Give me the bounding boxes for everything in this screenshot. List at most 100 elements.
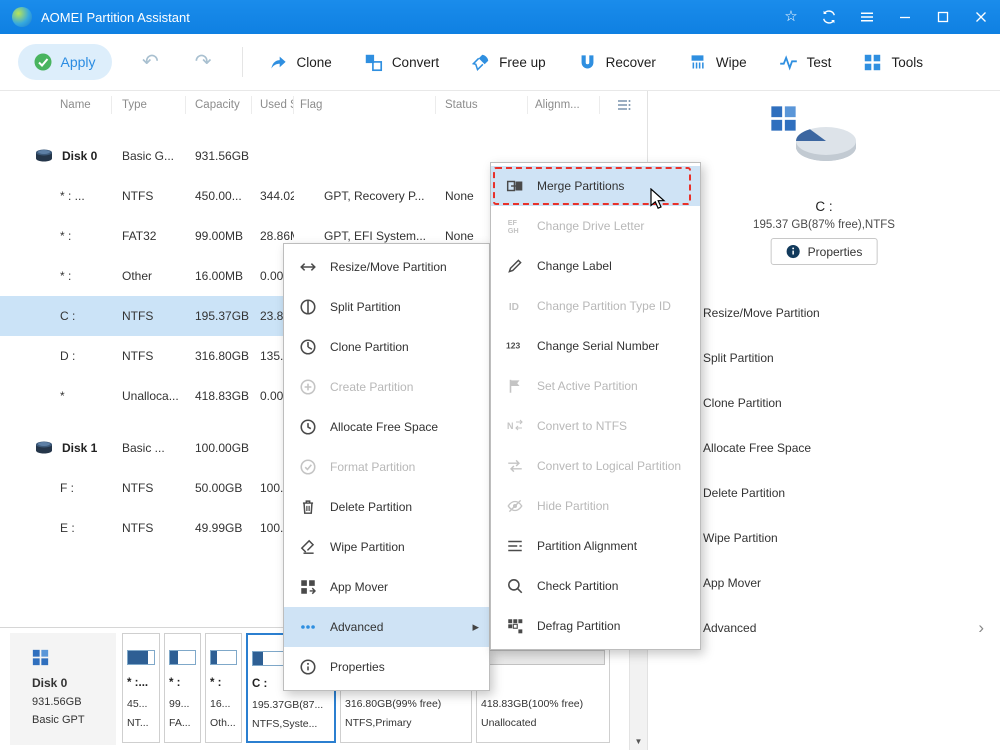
context-menu-item-allocate-free-space[interactable]: Allocate Free Space xyxy=(284,407,489,447)
undo-button[interactable]: ↶ xyxy=(136,51,165,73)
wipe-partition-icon xyxy=(299,538,317,556)
update-sync-icon[interactable] xyxy=(810,0,848,34)
row-name: * : ... xyxy=(0,189,112,203)
advanced-icon xyxy=(299,618,317,636)
submenu-item-merge-partitions[interactable]: Merge Partitions xyxy=(491,166,700,206)
context-menu-item-create-partition: Create Partition xyxy=(284,367,489,407)
submenu-item-defrag-partition[interactable]: Defrag Partition xyxy=(491,606,700,646)
svg-text:123: 123 xyxy=(506,341,520,351)
drive-letter-icon: EFGH xyxy=(506,217,524,235)
hamburger-menu-icon[interactable] xyxy=(848,0,886,34)
freeup-icon xyxy=(471,53,490,72)
convert-button[interactable]: Convert xyxy=(364,53,439,72)
recover-button[interactable]: Recover xyxy=(578,53,656,72)
usage-strip xyxy=(169,650,196,665)
create-icon xyxy=(299,378,317,396)
disk-grid-icon xyxy=(32,649,49,666)
allocate-icon xyxy=(299,418,317,436)
context-menu-item-app-mover[interactable]: App Mover xyxy=(284,567,489,607)
column-settings-icon[interactable] xyxy=(616,97,632,113)
row-name: * : xyxy=(0,229,112,243)
column-header-type[interactable]: Type xyxy=(112,96,186,114)
redo-button[interactable]: ↷ xyxy=(189,51,218,73)
minimize-button[interactable] xyxy=(886,0,924,34)
context-menu-item-advanced[interactable]: Advanced▸ xyxy=(284,607,489,647)
row-name: D : xyxy=(0,349,112,363)
disk-icon xyxy=(33,440,55,456)
maximize-button[interactable] xyxy=(924,0,962,34)
column-header-used-s[interactable]: Used S... xyxy=(252,96,294,114)
test-icon xyxy=(779,53,798,72)
context-menu-item-wipe-partition[interactable]: Wipe Partition xyxy=(284,527,489,567)
column-header-alignm[interactable]: Alignm... xyxy=(528,96,600,114)
favorite-star-icon[interactable]: ☆ xyxy=(772,0,810,34)
context-menu-item-format-partition: Format Partition xyxy=(284,447,489,487)
context-menu-item-delete-partition[interactable]: Delete Partition xyxy=(284,487,489,527)
clone-icon xyxy=(269,53,288,72)
close-button[interactable] xyxy=(962,0,1000,34)
svg-text:ID: ID xyxy=(509,302,519,313)
app-mover-icon xyxy=(299,578,317,596)
properties-button[interactable]: Properties xyxy=(771,238,878,265)
test-button[interactable]: Test xyxy=(779,53,832,72)
submenu-arrow-icon: ▸ xyxy=(472,619,479,635)
delete-icon xyxy=(299,498,317,516)
serial-icon: 123 xyxy=(506,337,524,355)
row-name: F : xyxy=(0,481,112,495)
clone-button[interactable]: Clone xyxy=(269,53,332,72)
defrag-icon xyxy=(506,617,524,635)
usage-strip xyxy=(127,650,155,665)
tools-button[interactable]: Tools xyxy=(863,53,923,72)
clone-partition-icon xyxy=(299,338,317,356)
resize-move-icon xyxy=(299,258,317,276)
submenu-item-check-partition[interactable]: Check Partition xyxy=(491,566,700,606)
submenu-item-hide-partition: Hide Partition xyxy=(491,486,700,526)
column-header-name[interactable]: Name xyxy=(0,96,112,114)
row-name: C : xyxy=(0,309,112,323)
split-icon xyxy=(299,298,317,316)
alignment-icon xyxy=(506,537,524,555)
label-icon xyxy=(506,257,524,275)
toolbar-separator xyxy=(242,47,243,77)
toolbar: Apply ↶ ↷ Clone Convert Free up Recover Wipe… xyxy=(0,34,1000,91)
disk-map-partition-1[interactable]: * :99...FA... xyxy=(164,633,201,743)
submenu-item-change-serial-number[interactable]: 123Change Serial Number xyxy=(491,326,700,366)
scroll-down-icon[interactable]: ▼ xyxy=(630,733,647,749)
context-menu-item-properties[interactable]: Properties xyxy=(284,647,489,687)
table-header: NameTypeCapacityUsed S...FlagStatusAlign… xyxy=(0,91,647,119)
row-name: E : xyxy=(0,521,112,535)
submenu-item-set-active-partition: Set Active Partition xyxy=(491,366,700,406)
disk-map-partition-0[interactable]: * :...45...NT... xyxy=(122,633,160,743)
row-name: * : xyxy=(0,269,112,283)
apply-check-icon xyxy=(34,53,52,71)
submenu-item-change-label[interactable]: Change Label xyxy=(491,246,700,286)
column-header-capacity[interactable]: Capacity xyxy=(186,96,252,114)
context-menu-item-resize-move-partition[interactable]: Resize/Move Partition xyxy=(284,247,489,287)
chevron-right-icon: › xyxy=(978,619,984,636)
submenu-item-partition-alignment[interactable]: Partition Alignment xyxy=(491,526,700,566)
context-menu-item-clone-partition[interactable]: Clone Partition xyxy=(284,327,489,367)
disk-map-partition-2[interactable]: * :16...Oth... xyxy=(205,633,242,743)
column-header-status[interactable]: Status xyxy=(436,96,528,114)
disk-map-disk-0[interactable]: Disk 0 931.56GB Basic GPT xyxy=(10,633,116,745)
usage-strip xyxy=(481,650,605,665)
hide-icon xyxy=(506,497,524,515)
partition-grid-icon xyxy=(770,105,797,132)
check-icon xyxy=(506,577,524,595)
submenu-item-convert-to-ntfs: NConvert to NTFS xyxy=(491,406,700,446)
merge-icon xyxy=(506,177,524,195)
apply-button[interactable]: Apply xyxy=(18,44,112,80)
context-menu-item-split-partition[interactable]: Split Partition xyxy=(284,287,489,327)
window-title: AOMEI Partition Assistant xyxy=(41,10,190,25)
recover-icon xyxy=(578,53,597,72)
free-up-button[interactable]: Free up xyxy=(471,53,546,72)
wipe-icon xyxy=(688,53,707,72)
svg-text:GH: GH xyxy=(508,226,519,235)
disk-usage-pie xyxy=(786,111,862,167)
column-header-flag[interactable]: Flag xyxy=(294,96,436,114)
type-id-icon: ID xyxy=(506,297,524,315)
titlebar: AOMEI Partition Assistant ☆ xyxy=(0,0,1000,34)
ntfs-icon: N xyxy=(506,417,524,435)
wipe-button[interactable]: Wipe xyxy=(688,53,747,72)
aomei-partition-assistant-window: AOMEI Partition Assistant ☆ Apply ↶ ↷ Cl… xyxy=(0,0,1000,750)
